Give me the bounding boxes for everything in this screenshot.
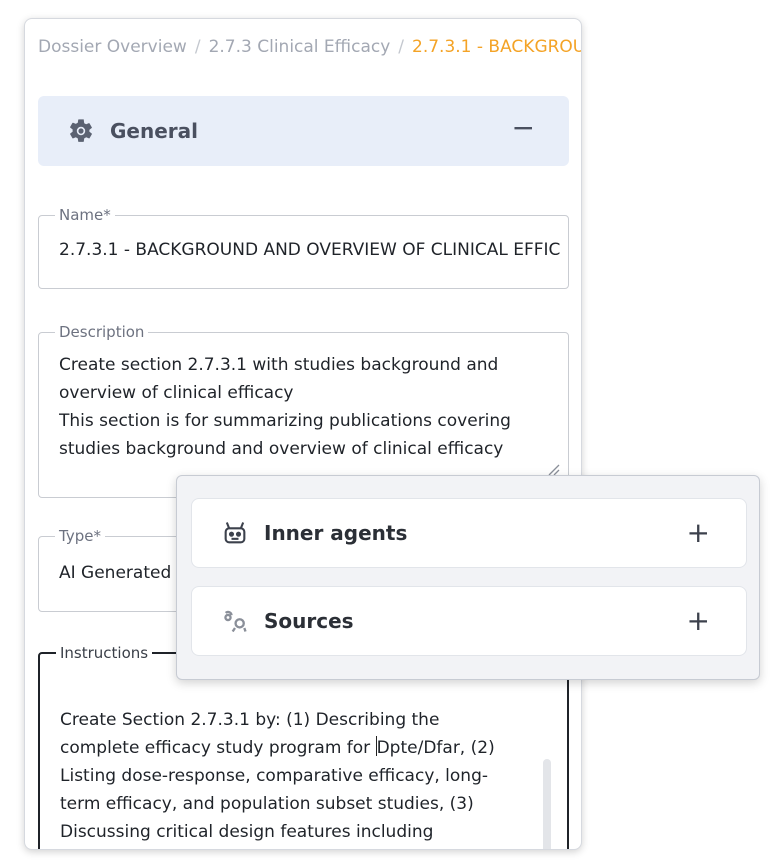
description-line: studies background and overview of clini… <box>59 439 504 459</box>
breadcrumb-separator: / <box>398 37 405 57</box>
breadcrumb-item-clinical-efficacy[interactable]: 2.7.3 Clinical Efficacy <box>209 37 391 57</box>
description-label: Description <box>55 323 149 341</box>
instructions-scrollbar[interactable] <box>543 759 551 849</box>
section-title: General <box>110 119 198 143</box>
instructions-line: term efficacy, and population subset stu… <box>60 794 474 814</box>
description-line: Create section 2.7.3.1 with studies back… <box>59 355 499 375</box>
name-value[interactable]: 2.7.3.1 - BACKGROUND AND OVERVIEW OF CLI… <box>59 240 560 260</box>
type-label: Type* <box>55 527 105 545</box>
breadcrumb: Dossier Overview / 2.7.3 Clinical Efficacy… <box>38 37 581 57</box>
instructions-label: Instructions <box>56 644 153 662</box>
inner-agents-card[interactable]: Inner agents + <box>191 498 747 568</box>
instructions-line: Create Section 2.7.3.1 by: (1) Describin… <box>60 710 440 730</box>
instructions-line: Listing dose-response, comparative effic… <box>60 766 489 786</box>
link-icon <box>220 606 250 636</box>
robot-icon <box>220 518 250 548</box>
breadcrumb-current: 2.7.3.1 - BACKGROUND AND OVERVIEW OF CLI… <box>412 37 581 57</box>
dossier-section-panel: Dossier Overview / 2.7.3 Clinical Efficacy… <box>24 18 582 850</box>
add-inner-agent-button[interactable]: + <box>687 519 710 547</box>
description-line: This section is for summarizing publicat… <box>59 411 511 431</box>
add-items-popover: Inner agents + Sources + <box>176 475 760 680</box>
description-field[interactable]: Description Create section 2.7.3.1 with … <box>38 323 569 498</box>
description-value[interactable]: Create section 2.7.3.1 with studies back… <box>59 351 560 463</box>
instructions-line: Discussing critical design features incl… <box>60 822 434 842</box>
breadcrumb-separator: / <box>194 37 201 57</box>
instructions-value[interactable]: Create Section 2.7.3.1 by: (1) Describin… <box>60 706 559 846</box>
name-label: Name* <box>55 206 115 224</box>
resize-handle-icon[interactable] <box>546 461 560 476</box>
description-line: overview of clinical efficacy <box>59 383 294 403</box>
collapse-button[interactable]: − <box>512 114 535 142</box>
general-section-header[interactable]: General − <box>38 96 569 166</box>
instructions-field[interactable]: Instructions Create Section 2.7.3.1 by: … <box>38 644 569 849</box>
gear-icon <box>66 116 96 146</box>
inner-agents-label: Inner agents <box>264 521 408 545</box>
instructions-text: complete efficacy study program for <box>60 738 376 758</box>
add-source-button[interactable]: + <box>687 607 710 635</box>
instructions-line: complete efficacy study program for Dpte… <box>60 734 559 762</box>
breadcrumb-item-dossier-overview[interactable]: Dossier Overview <box>38 37 187 57</box>
name-field[interactable]: Name* 2.7.3.1 - BACKGROUND AND OVERVIEW … <box>38 206 569 289</box>
sources-card[interactable]: Sources + <box>191 586 747 656</box>
sources-label: Sources <box>264 609 354 633</box>
instructions-text: Dpte/Dfar, (2) <box>376 738 495 758</box>
